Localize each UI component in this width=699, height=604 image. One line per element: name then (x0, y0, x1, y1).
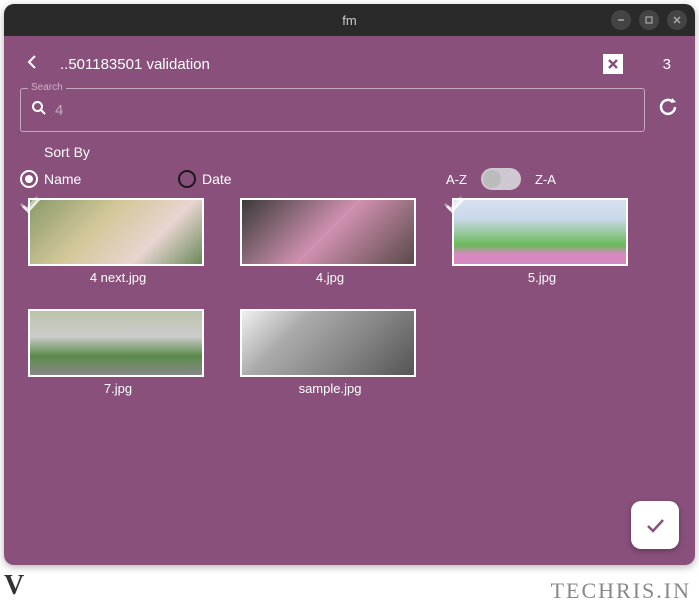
thumbnail[interactable] (240, 198, 416, 266)
radio-icon (178, 170, 196, 188)
thumbnail[interactable] (452, 198, 628, 266)
descending-label: Z-A (535, 172, 556, 187)
refresh-button[interactable] (657, 96, 679, 124)
filename: sample.jpg (240, 381, 420, 396)
sort-date-radio[interactable]: Date (178, 170, 438, 188)
search-label: Search (28, 82, 66, 93)
sort-direction-toggle[interactable] (481, 168, 521, 190)
grid-item[interactable]: 5.jpg (452, 198, 632, 285)
search-row (20, 88, 679, 132)
selected-check-icon (444, 194, 466, 222)
confirm-fab[interactable] (631, 501, 679, 549)
minimize-icon (616, 15, 626, 25)
selected-check-icon (20, 194, 42, 222)
clear-selection-button[interactable] (603, 54, 623, 74)
radio-icon (20, 170, 38, 188)
image-grid: 4 next.jpg 4.jpg 5.jpg 7.jpg sample.jpg (20, 198, 679, 396)
check-icon (643, 513, 667, 537)
search-input[interactable] (55, 102, 634, 119)
toggle-knob (483, 170, 501, 188)
grid-item[interactable]: 4 next.jpg (28, 198, 208, 285)
sort-name-radio[interactable]: Name (20, 170, 170, 188)
close-button[interactable] (667, 10, 687, 30)
back-button[interactable] (20, 50, 44, 78)
grid-item[interactable]: sample.jpg (240, 309, 420, 396)
filename: 5.jpg (452, 270, 632, 285)
back-arrow-icon (23, 53, 41, 71)
window-title: fm (342, 13, 356, 28)
close-icon (672, 15, 682, 25)
watermark-right: TECHRIS.IN (551, 578, 691, 604)
search-icon (31, 100, 47, 121)
search-box[interactable] (20, 88, 645, 132)
app-window: fm ..501183501 validation 3 (4, 4, 695, 565)
watermark-left: V (4, 570, 24, 602)
radio-label: Name (44, 171, 81, 187)
x-icon (607, 58, 619, 70)
refresh-icon (657, 96, 679, 118)
folder-path: ..501183501 validation (60, 56, 587, 73)
selection-count: 3 (663, 56, 671, 73)
grid-item[interactable]: 7.jpg (28, 309, 208, 396)
maximize-icon (644, 15, 654, 25)
sort-by-label: Sort By (44, 144, 679, 160)
ascending-label: A-Z (446, 172, 467, 187)
filename: 4.jpg (240, 270, 420, 285)
minimize-button[interactable] (611, 10, 631, 30)
thumbnail[interactable] (28, 309, 204, 377)
app-body: ..501183501 validation 3 Search (4, 36, 695, 565)
filename: 7.jpg (28, 381, 208, 396)
thumbnail[interactable] (28, 198, 204, 266)
radio-label: Date (202, 171, 232, 187)
titlebar: fm (4, 4, 695, 36)
window-controls (611, 10, 687, 30)
filename: 4 next.jpg (28, 270, 208, 285)
maximize-button[interactable] (639, 10, 659, 30)
grid-item[interactable]: 4.jpg (240, 198, 420, 285)
search-container: Search (20, 88, 679, 132)
header-row: ..501183501 validation 3 (20, 44, 679, 84)
thumbnail[interactable] (240, 309, 416, 377)
sort-row: Name Date A-Z Z-A (20, 168, 679, 190)
